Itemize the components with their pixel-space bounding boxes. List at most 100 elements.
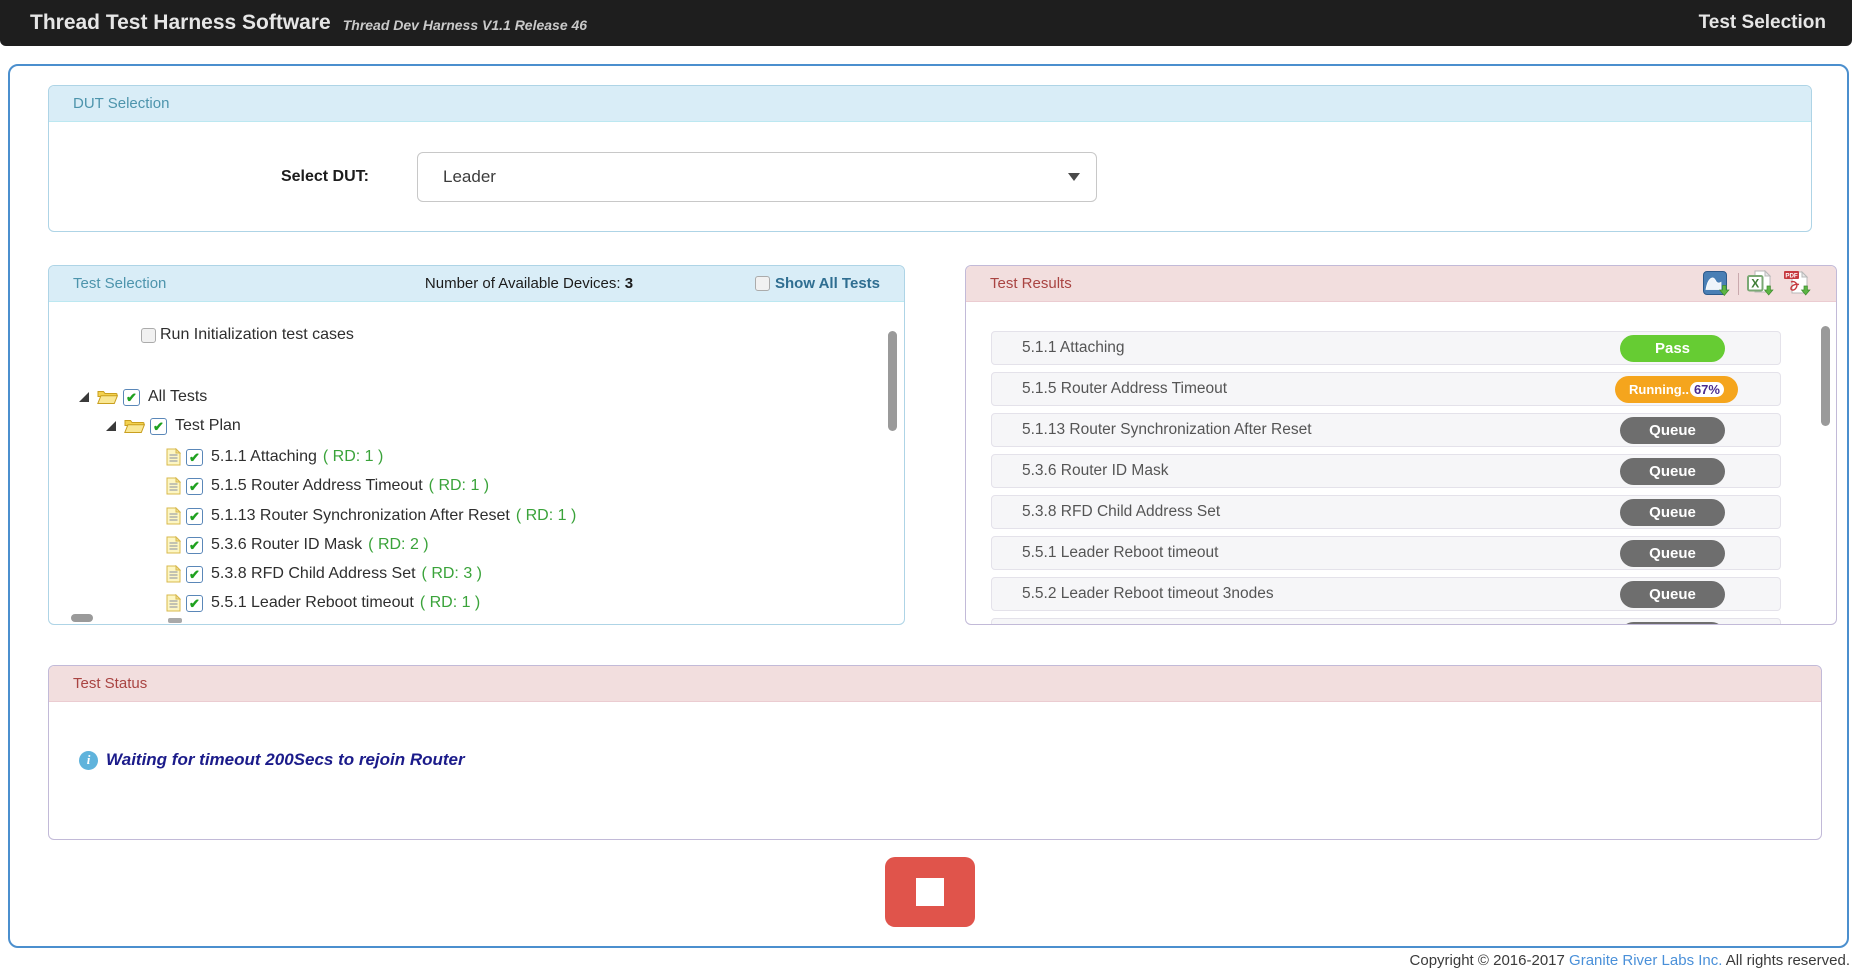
run-initialization-checkbox[interactable] xyxy=(141,328,156,343)
copyright-suffix: All rights reserved. xyxy=(1726,952,1850,969)
status-badge-queue: Queue xyxy=(1620,499,1725,526)
tree-test-item[interactable]: ✔ 5.1.1 Attaching ( RD: 1 ) xyxy=(166,446,383,468)
document-icon xyxy=(166,448,181,466)
test-results-header: Test Results xyxy=(966,266,1836,302)
tree-node-label: Test Plan xyxy=(175,417,241,435)
run-initialization-label: Run Initialization test cases xyxy=(160,326,354,344)
test-checkbox[interactable]: ✔ xyxy=(186,478,203,495)
tree-test-item[interactable]: ✔ 5.3.8 RFD Child Address Set ( RD: 3 ) xyxy=(166,563,482,585)
document-icon xyxy=(166,477,181,495)
test-checkbox[interactable]: ✔ xyxy=(186,566,203,583)
result-row[interactable]: 5.5.1 Leader Reboot timeout Queue xyxy=(991,536,1781,570)
status-badge-queue: Queue xyxy=(1620,417,1725,444)
info-icon: i xyxy=(79,751,98,770)
tree-checkbox-checked[interactable]: ✔ xyxy=(150,418,167,435)
tree-node-all-tests[interactable]: ✔ All Tests xyxy=(79,386,207,408)
result-test-name: 5.5.1 Leader Reboot timeout xyxy=(1022,544,1218,562)
page: Thread Test Harness Software Thread Dev … xyxy=(0,0,1858,974)
test-checkbox[interactable]: ✔ xyxy=(186,595,203,612)
status-badge-running: Running.. 67% xyxy=(1615,376,1738,403)
tree-test-item[interactable]: ✔ 5.5.1 Leader Reboot timeout ( RD: 1 ) xyxy=(166,592,480,614)
vertical-scrollbar-thumb[interactable] xyxy=(888,331,897,431)
app-subtitle: Thread Dev Harness V1.1 Release 46 xyxy=(343,17,587,33)
dut-select-dropdown[interactable]: Leader xyxy=(417,152,1097,202)
test-rd: ( RD: 1 ) xyxy=(420,594,480,612)
result-test-name: 5.5.2 Leader Reboot timeout 3nodes xyxy=(1022,585,1274,603)
tree-test-item[interactable]: ✔ 5.1.13 Router Synchronization After Re… xyxy=(166,505,576,527)
test-rd: ( RD: 1 ) xyxy=(429,477,489,495)
test-rd: ( RD: 3 ) xyxy=(422,565,482,583)
status-badge-pass: Pass xyxy=(1620,335,1725,362)
test-checkbox[interactable]: ✔ xyxy=(186,537,203,554)
dut-select-value: Leader xyxy=(443,167,496,187)
footer-copyright: Copyright © 2016-2017 Granite River Labs… xyxy=(1410,952,1850,969)
tree-test-item[interactable]: ✔ 5.1.5 Router Address Timeout ( RD: 1 ) xyxy=(166,475,489,497)
result-test-name: 5.3.8 RFD Child Address Set xyxy=(1022,503,1220,521)
status-badge-queue: Queue xyxy=(1620,540,1725,567)
test-selection-panel: Test Selection Number of Available Devic… xyxy=(48,265,905,625)
test-results-title: Test Results xyxy=(990,275,1072,292)
vertical-scrollbar-thumb[interactable] xyxy=(1821,326,1830,426)
result-row[interactable]: 5.1.5 Router Address Timeout Running.. 6… xyxy=(991,372,1781,406)
document-icon xyxy=(166,536,181,554)
dut-selection-body: Select DUT: Leader xyxy=(49,122,1811,232)
select-dut-label: Select DUT: xyxy=(219,168,369,186)
test-checkbox[interactable]: ✔ xyxy=(186,449,203,466)
folder-icon xyxy=(97,389,118,405)
svg-text:X: X xyxy=(1751,276,1759,290)
test-name: 5.1.1 Attaching xyxy=(211,448,317,466)
test-status-title: Test Status xyxy=(73,675,147,692)
test-rd: ( RD: 1 ) xyxy=(516,507,576,525)
result-test-name: 5.1.13 Router Synchronization After Rese… xyxy=(1022,421,1312,439)
document-icon xyxy=(166,594,181,612)
tree-checkbox-checked[interactable]: ✔ xyxy=(123,389,140,406)
page-title: Test Selection xyxy=(1699,12,1826,34)
show-all-tests-checkbox[interactable] xyxy=(755,276,770,291)
test-name: 5.3.6 Router ID Mask xyxy=(211,536,362,554)
wireshark-export-icon[interactable] xyxy=(1703,270,1730,297)
test-status-header: Test Status xyxy=(49,666,1821,702)
excel-export-icon[interactable]: X xyxy=(1747,270,1775,297)
available-devices-count: 3 xyxy=(625,275,633,292)
running-label: Running.. xyxy=(1629,382,1689,397)
document-icon xyxy=(166,507,181,525)
test-selection-header: Test Selection Number of Available Devic… xyxy=(49,266,904,302)
status-badge-queue: Queue xyxy=(1620,581,1725,608)
test-status-panel: Test Status i Waiting for timeout 200Sec… xyxy=(48,665,1822,840)
app-header: Thread Test Harness Software Thread Dev … xyxy=(0,0,1852,46)
test-name: 5.1.13 Router Synchronization After Rese… xyxy=(211,507,510,525)
tree-expand-caret[interactable] xyxy=(106,421,116,431)
result-test-name: 5.1.1 Attaching xyxy=(1022,339,1125,357)
test-name: 5.5.1 Leader Reboot timeout xyxy=(211,594,414,612)
progress-percent: 67% xyxy=(1690,382,1724,397)
company-link[interactable]: Granite River Labs Inc. xyxy=(1569,952,1722,969)
icon-separator xyxy=(1738,273,1739,295)
result-row-clipped xyxy=(991,618,1781,625)
test-selection-title: Test Selection xyxy=(73,275,303,292)
tree-expand-caret[interactable] xyxy=(79,392,89,402)
document-icon xyxy=(166,565,181,583)
result-test-name: 5.3.6 Router ID Mask xyxy=(1022,462,1168,480)
horizontal-scrollbar-thumb[interactable] xyxy=(71,614,93,622)
result-row[interactable]: 5.1.13 Router Synchronization After Rese… xyxy=(991,413,1781,447)
test-name: 5.3.8 RFD Child Address Set xyxy=(211,565,416,583)
result-row[interactable]: 5.3.8 RFD Child Address Set Queue xyxy=(991,495,1781,529)
folder-icon xyxy=(124,418,145,434)
stop-button[interactable] xyxy=(885,857,975,927)
app-title: Thread Test Harness Software xyxy=(30,11,331,35)
copyright-prefix: Copyright © 2016-2017 xyxy=(1410,952,1565,969)
tree-test-item[interactable]: ✔ 5.3.6 Router ID Mask ( RD: 2 ) xyxy=(166,534,429,556)
clipped-tree-item xyxy=(168,618,182,623)
tree-node-test-plan[interactable]: ✔ Test Plan xyxy=(106,415,241,437)
result-row[interactable]: 5.5.2 Leader Reboot timeout 3nodes Queue xyxy=(991,577,1781,611)
tree-node-label: All Tests xyxy=(148,388,207,406)
result-row[interactable]: 5.1.1 Attaching Pass xyxy=(991,331,1781,365)
chevron-down-icon xyxy=(1068,173,1080,181)
test-rd: ( RD: 2 ) xyxy=(368,536,428,554)
status-badge-queue: Queue xyxy=(1620,458,1725,485)
dut-selection-title: DUT Selection xyxy=(73,95,169,112)
pdf-export-icon[interactable]: PDF xyxy=(1783,270,1812,297)
status-badge-clipped xyxy=(1620,622,1725,626)
result-row[interactable]: 5.3.6 Router ID Mask Queue xyxy=(991,454,1781,488)
test-checkbox[interactable]: ✔ xyxy=(186,508,203,525)
